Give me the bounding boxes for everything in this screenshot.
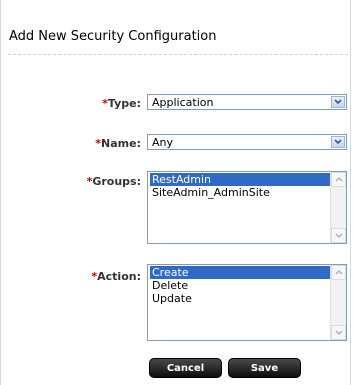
scroll-down-icon[interactable] (331, 325, 346, 340)
title-divider (8, 54, 348, 55)
type-label: *Type: (1, 97, 141, 110)
name-select[interactable]: Any (147, 134, 347, 150)
groups-label: *Groups: (1, 175, 141, 188)
scroll-up-icon[interactable] (331, 172, 346, 187)
cancel-button[interactable]: Cancel (149, 358, 222, 378)
save-button[interactable]: Save (228, 358, 301, 378)
name-label: *Name: (1, 137, 141, 150)
chevron-down-icon[interactable] (331, 136, 345, 148)
action-option[interactable]: Create (150, 266, 330, 279)
security-config-panel: Add New Security Configuration *Type: Ap… (0, 0, 351, 385)
action-label: *Action: (1, 270, 141, 283)
type-select[interactable]: Application (147, 94, 347, 110)
chevron-down-icon[interactable] (331, 96, 345, 108)
type-label-text: Type: (107, 97, 141, 110)
scroll-up-icon[interactable] (331, 265, 346, 280)
type-select-value: Application (152, 96, 214, 109)
action-option[interactable]: Update (148, 292, 330, 305)
groups-listbox[interactable]: RestAdmin SiteAdmin_AdminSite (147, 171, 347, 244)
action-listbox[interactable]: Create Delete Update (147, 264, 347, 341)
groups-option[interactable]: SiteAdmin_AdminSite (148, 186, 330, 199)
name-label-text: Name: (101, 137, 141, 150)
action-label-text: Action: (97, 270, 141, 283)
scroll-down-icon[interactable] (331, 228, 346, 243)
groups-scrollbar[interactable] (330, 172, 346, 243)
action-scrollbar[interactable] (330, 265, 346, 340)
name-select-value: Any (152, 136, 174, 149)
groups-label-text: Groups: (92, 175, 141, 188)
action-option[interactable]: Delete (148, 279, 330, 292)
groups-option[interactable]: RestAdmin (150, 173, 330, 186)
page-title: Add New Security Configuration (9, 29, 217, 44)
